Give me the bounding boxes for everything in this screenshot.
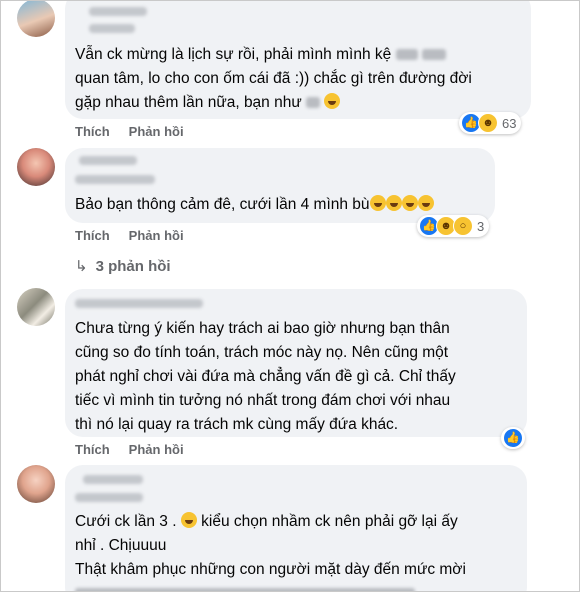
reaction-count: 63 <box>502 115 517 131</box>
comment-line: quan tâm, lo cho con ốm cái đã :)) chắc … <box>75 70 472 87</box>
comment-text: Chưa từng ý kiến hay trách ai bao giờ nh… <box>75 317 456 437</box>
view-replies-link[interactable]: ↳ 3 phản hồi <box>75 257 171 275</box>
reply-button[interactable]: Phản hồi <box>129 442 184 457</box>
blurred-word <box>421 49 446 61</box>
comment-bubble: Vẫn ck mừng là lịch sự rồi, phải mình mì… <box>65 1 531 119</box>
avatar[interactable] <box>17 148 55 186</box>
comment-line: nhỉ . Chịuuuu <box>75 537 167 554</box>
haha-emoji-icon <box>369 195 386 211</box>
comment-text: Bảo bạn thông cảm đê, cưới lần 4 mình bù <box>75 193 434 217</box>
avatar[interactable] <box>17 1 55 37</box>
comment-line: tiếc vì mình tin tưởng nó nhất trong đám… <box>75 392 451 409</box>
comment-bubble: Bảo bạn thông cảm đê, cưới lần 4 mình bù <box>65 148 495 223</box>
avatar[interactable] <box>17 288 55 326</box>
comment-line: Bảo bạn thông cảm đê, cưới lần 4 mình bù <box>75 196 370 213</box>
wow-reaction-icon: ○ <box>453 216 473 236</box>
reply-button[interactable]: Phản hồi <box>129 228 184 243</box>
comment-text: Vẫn ck mừng là lịch sự rồi, phải mình mì… <box>75 43 472 115</box>
author-name-blurred[interactable] <box>83 475 143 484</box>
blurred-text <box>75 588 415 591</box>
author-name-blurred[interactable] <box>79 156 137 165</box>
comment-actions: Thích Phản hồi <box>75 124 203 139</box>
blurred-word <box>306 97 321 109</box>
author-name-blurred[interactable] <box>75 299 203 308</box>
haha-emoji-icon <box>401 195 418 211</box>
comment-line: Cưới ck lần 3 . <box>75 513 177 530</box>
reaction-count: 3 <box>477 218 485 234</box>
avatar[interactable] <box>17 465 55 503</box>
comment-text: Cưới ck lần 3 . kiểu chọn nhầm ck nên ph… <box>75 510 466 591</box>
haha-reaction-icon: ☻ <box>478 113 498 133</box>
comment-line: Chưa từng ý kiến hay trách ai bao giờ nh… <box>75 320 450 337</box>
like-button[interactable]: Thích <box>75 228 110 243</box>
reaction-summary[interactable]: 👍 ☻ ○ 3 <box>417 215 490 237</box>
reply-arrow-icon: ↳ <box>75 258 88 275</box>
reply-button[interactable]: Phản hồi <box>129 124 184 139</box>
author-name-blurred[interactable] <box>89 7 147 16</box>
replies-label: 3 phản hồi <box>95 258 171 275</box>
author-name-blurred[interactable] <box>75 493 143 502</box>
comment-bubble: Cưới ck lần 3 . kiểu chọn nhầm ck nên ph… <box>65 465 527 591</box>
comment-line: gặp nhau thêm lần nữa, bạn như <box>75 94 302 111</box>
haha-emoji-icon <box>180 512 197 528</box>
comment-line: Vẫn ck mừng là lịch sự rồi, phải mình mì… <box>75 46 392 63</box>
comment-actions: Thích Phản hồi <box>75 442 203 457</box>
crying-face-emoji-icon <box>324 93 341 109</box>
comment-bubble: Chưa từng ý kiến hay trách ai bao giờ nh… <box>65 289 527 437</box>
like-button[interactable]: Thích <box>75 124 110 139</box>
haha-emoji-icon <box>417 195 434 211</box>
comment-line: cũng so đo tính toán, trách móc này nọ. … <box>75 344 449 361</box>
haha-emoji-icon <box>385 195 402 211</box>
like-button[interactable]: Thích <box>75 442 110 457</box>
author-name-blurred[interactable] <box>75 175 155 184</box>
blurred-word <box>395 49 418 61</box>
reaction-summary[interactable]: 👍 <box>501 427 525 449</box>
comment-line: phát nghỉ chơi vài đứa mà chẳng vấn đề g… <box>75 368 456 385</box>
reaction-summary[interactable]: 👍 ☻ 63 <box>459 112 522 134</box>
comment-line: Thật khâm phục những con người mặt dày đ… <box>75 561 466 578</box>
comment-actions: Thích Phản hồi <box>75 228 203 243</box>
comment-line: thì nó lại quay ra trách mk cùng mấy đứa… <box>75 416 399 433</box>
comment-thread: Vẫn ck mừng là lịch sự rồi, phải mình mì… <box>0 0 580 592</box>
like-reaction-icon: 👍 <box>503 428 523 448</box>
author-name-blurred[interactable] <box>89 24 135 33</box>
comment-line: kiểu chọn nhầm ck nên phải gỡ lại ấy <box>201 513 458 530</box>
